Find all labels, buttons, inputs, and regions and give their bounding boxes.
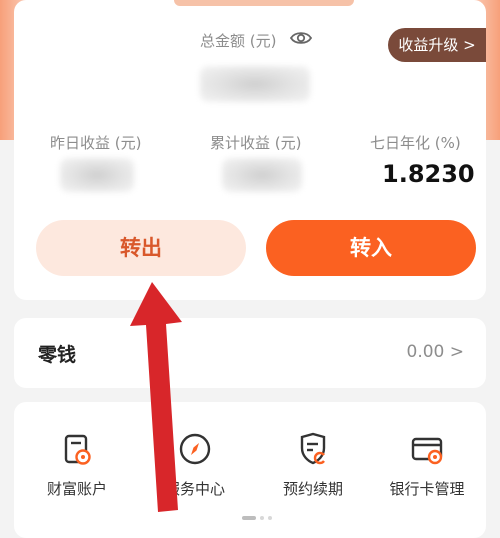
service-label: 预约续期	[282, 480, 343, 498]
services-panel: 财富账户 服务中心 预约续期 银行卡管理	[14, 402, 486, 538]
upgrade-earnings-button[interactable]: 收益升级 >	[388, 28, 486, 62]
service-label: 服务中心	[164, 480, 225, 498]
shield-renew-icon	[300, 432, 326, 465]
change-row[interactable]: 零钱 0.00 >	[14, 318, 486, 388]
service-label: 银行卡管理	[389, 480, 465, 498]
total-amount-label: 总金额 (元)	[200, 32, 277, 50]
transfer-in-button[interactable]: 转入	[266, 220, 476, 276]
seven-day-yield-value: 1.8230	[382, 160, 475, 188]
total-earnings-hidden	[222, 158, 302, 192]
wealth-account-icon	[64, 434, 91, 465]
seven-day-yield-label: 七日年化 (%)	[370, 134, 461, 152]
compass-icon	[179, 433, 211, 465]
service-wealth-account[interactable]: 财富账户	[22, 430, 132, 499]
top-decoration	[174, 0, 354, 6]
total-earnings-label: 累计收益 (元)	[210, 134, 302, 152]
service-bank-card[interactable]: 银行卡管理	[372, 430, 482, 499]
change-label: 零钱	[38, 344, 77, 366]
balance-card: 总金额 (元) 收益升级 > 昨日收益 (元) 累计收益 (元) 七日年化 (%…	[14, 0, 486, 300]
eye-icon[interactable]	[289, 30, 313, 50]
bank-card-icon	[411, 437, 443, 465]
change-value: 0.00 >	[406, 342, 465, 362]
service-renewal[interactable]: 预约续期	[258, 430, 368, 499]
yesterday-earnings-label: 昨日收益 (元)	[50, 134, 142, 152]
page-indicator	[240, 505, 274, 524]
service-center[interactable]: 服务中心	[140, 430, 250, 499]
total-amount-hidden	[200, 66, 310, 102]
service-label: 财富账户	[46, 480, 107, 498]
transfer-out-button[interactable]: 转出	[36, 220, 246, 276]
yesterday-earnings-hidden	[60, 158, 134, 192]
